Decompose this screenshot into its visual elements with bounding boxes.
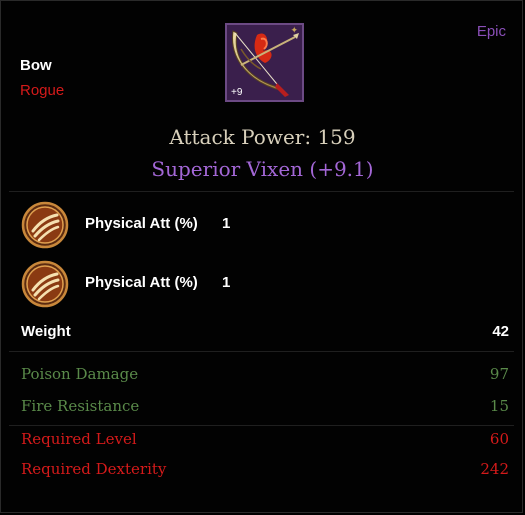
bonus-row: Poison Damage 97 [21,365,509,387]
item-icon[interactable]: ✦ +9 [225,23,304,102]
stat-label: Physical Att (%) [85,274,198,291]
star-icon: ✦ [290,26,298,36]
divider [9,191,514,192]
item-tooltip: Bow Rogue Epic ✦ +9 Attack Power: 159 Su… [0,0,523,513]
requirement-row: Required Dexterity 242 [21,460,509,482]
divider [9,425,514,426]
weight-label: Weight [21,323,71,340]
weight-value: 42 [492,323,509,340]
requirement-row: Required Level 60 [21,430,509,452]
item-type: Bow [20,57,52,74]
bonus-row: Fire Resistance 15 [21,397,509,419]
bonus-label: Poison Damage [21,365,139,383]
requirement-value: 242 [480,460,509,478]
requirement-label: Required Level [21,430,137,448]
item-name: Superior Vixen (+9.1) [151,157,374,181]
enchant-level: +9 [231,87,243,98]
divider [9,351,514,352]
stat-value: 1 [222,274,231,291]
attack-power: Attack Power: 159 [169,125,356,149]
physical-attack-claw-icon [21,260,69,308]
bonus-value: 15 [489,397,509,415]
requirement-value: 60 [489,430,509,448]
bonus-value: 97 [489,365,509,383]
stat-label: Physical Att (%) [85,215,198,232]
bonus-label: Fire Resistance [21,397,140,415]
requirement-label: Required Dexterity [21,460,167,478]
item-class: Rogue [20,82,65,99]
physical-attack-claw-icon [21,201,69,249]
stat-value: 1 [222,215,231,232]
stat-row: Physical Att (%) 1 [21,201,501,249]
weight-row: Weight 42 [21,323,509,345]
rarity-label: Epic [476,23,506,40]
stat-row: Physical Att (%) 1 [21,260,501,308]
